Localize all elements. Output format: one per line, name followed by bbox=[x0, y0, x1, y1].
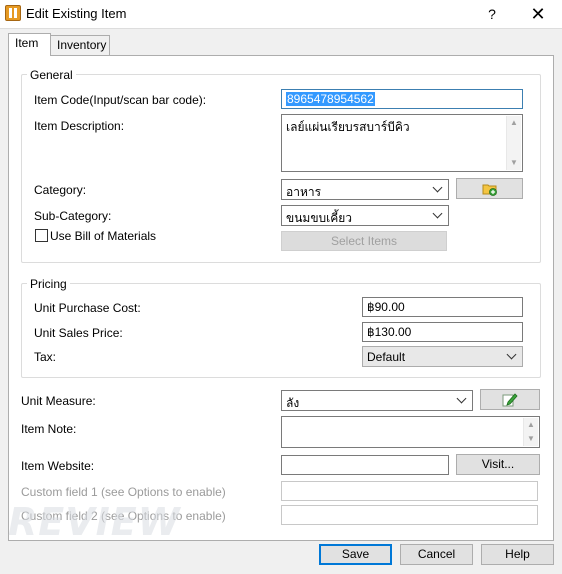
tab-inventory[interactable]: Inventory bbox=[50, 35, 110, 55]
subcategory-select[interactable]: ขนมขบเคี้ยว bbox=[281, 205, 449, 226]
item-description-scrollbar[interactable]: ▲ ▼ bbox=[506, 116, 521, 170]
select-items-button[interactable]: Select Items bbox=[281, 231, 447, 251]
save-button[interactable]: Save bbox=[319, 544, 392, 565]
item-note-label: Item Note: bbox=[21, 422, 77, 436]
unit-measure-value: ลัง bbox=[286, 396, 300, 410]
sales-price-input[interactable]: ฿130.00 bbox=[362, 322, 523, 342]
scroll-up-icon[interactable]: ▲ bbox=[524, 418, 538, 432]
subcategory-value: ขนมขบเคี้ยว bbox=[286, 211, 353, 225]
close-button[interactable]: ✕ bbox=[525, 3, 551, 25]
tax-value: Default bbox=[367, 350, 406, 364]
purchase-cost-label: Unit Purchase Cost: bbox=[34, 301, 141, 315]
custom-field-1-input bbox=[281, 481, 538, 501]
item-website-label: Item Website: bbox=[21, 459, 95, 473]
item-description-label: Item Description: bbox=[34, 119, 125, 133]
app-icon bbox=[5, 5, 21, 21]
visit-button[interactable]: Visit... bbox=[456, 454, 540, 475]
use-bom-label: Use Bill of Materials bbox=[50, 229, 157, 243]
category-value: อาหาร bbox=[286, 185, 322, 199]
chevron-down-icon bbox=[456, 394, 468, 406]
purchase-cost-input[interactable]: ฿90.00 bbox=[362, 297, 523, 317]
chevron-down-icon bbox=[432, 183, 444, 195]
general-legend: General bbox=[27, 68, 76, 82]
item-note-scrollbar[interactable]: ▲ ▼ bbox=[523, 418, 538, 446]
item-description-value: เลย์แผ่นเรียบรสบาร์บีคิว bbox=[286, 120, 410, 134]
pencil-edit-icon bbox=[502, 393, 518, 407]
watermark-logo: REVIEW bbox=[8, 500, 181, 544]
add-category-button[interactable] bbox=[456, 178, 523, 199]
scroll-down-icon[interactable]: ▼ bbox=[507, 156, 521, 170]
sales-price-label: Unit Sales Price: bbox=[34, 326, 123, 340]
tax-select[interactable]: Default bbox=[362, 346, 523, 367]
folder-add-icon bbox=[482, 184, 497, 196]
edit-unit-measure-button[interactable] bbox=[480, 389, 540, 410]
scroll-down-icon[interactable]: ▼ bbox=[524, 432, 538, 446]
pricing-legend: Pricing bbox=[27, 277, 70, 291]
item-code-value: 8965478954562 bbox=[286, 92, 375, 106]
scroll-up-icon[interactable]: ▲ bbox=[507, 116, 521, 130]
item-note-input[interactable]: ▲ ▼ bbox=[281, 416, 540, 448]
cancel-button[interactable]: Cancel bbox=[400, 544, 473, 565]
custom-field-2-input bbox=[281, 505, 538, 525]
item-code-label: Item Code(Input/scan bar code): bbox=[34, 93, 207, 107]
item-website-input[interactable] bbox=[281, 455, 449, 475]
category-select[interactable]: อาหาร bbox=[281, 179, 449, 200]
tax-label: Tax: bbox=[34, 350, 57, 364]
item-description-input[interactable]: เลย์แผ่นเรียบรสบาร์บีคิว ▲ ▼ bbox=[281, 114, 523, 172]
use-bom-checkbox[interactable] bbox=[35, 229, 48, 242]
window-title: Edit Existing Item bbox=[26, 6, 127, 21]
subcategory-label: Sub-Category: bbox=[34, 209, 112, 223]
chevron-down-icon bbox=[432, 209, 444, 221]
unit-measure-select[interactable]: ลัง bbox=[281, 390, 473, 411]
custom-field-1-label: Custom field 1 (see Options to enable) bbox=[21, 485, 226, 499]
unit-measure-label: Unit Measure: bbox=[21, 394, 96, 408]
help-button[interactable]: Help bbox=[481, 544, 554, 565]
tab-item[interactable]: Item bbox=[8, 33, 51, 56]
item-code-input[interactable]: 8965478954562 bbox=[281, 89, 523, 109]
chevron-down-icon bbox=[506, 350, 518, 362]
category-label: Category: bbox=[34, 183, 87, 197]
help-titlebar-button[interactable]: ? bbox=[481, 4, 503, 24]
title-bar: Edit Existing Item ? ✕ bbox=[0, 0, 562, 28]
